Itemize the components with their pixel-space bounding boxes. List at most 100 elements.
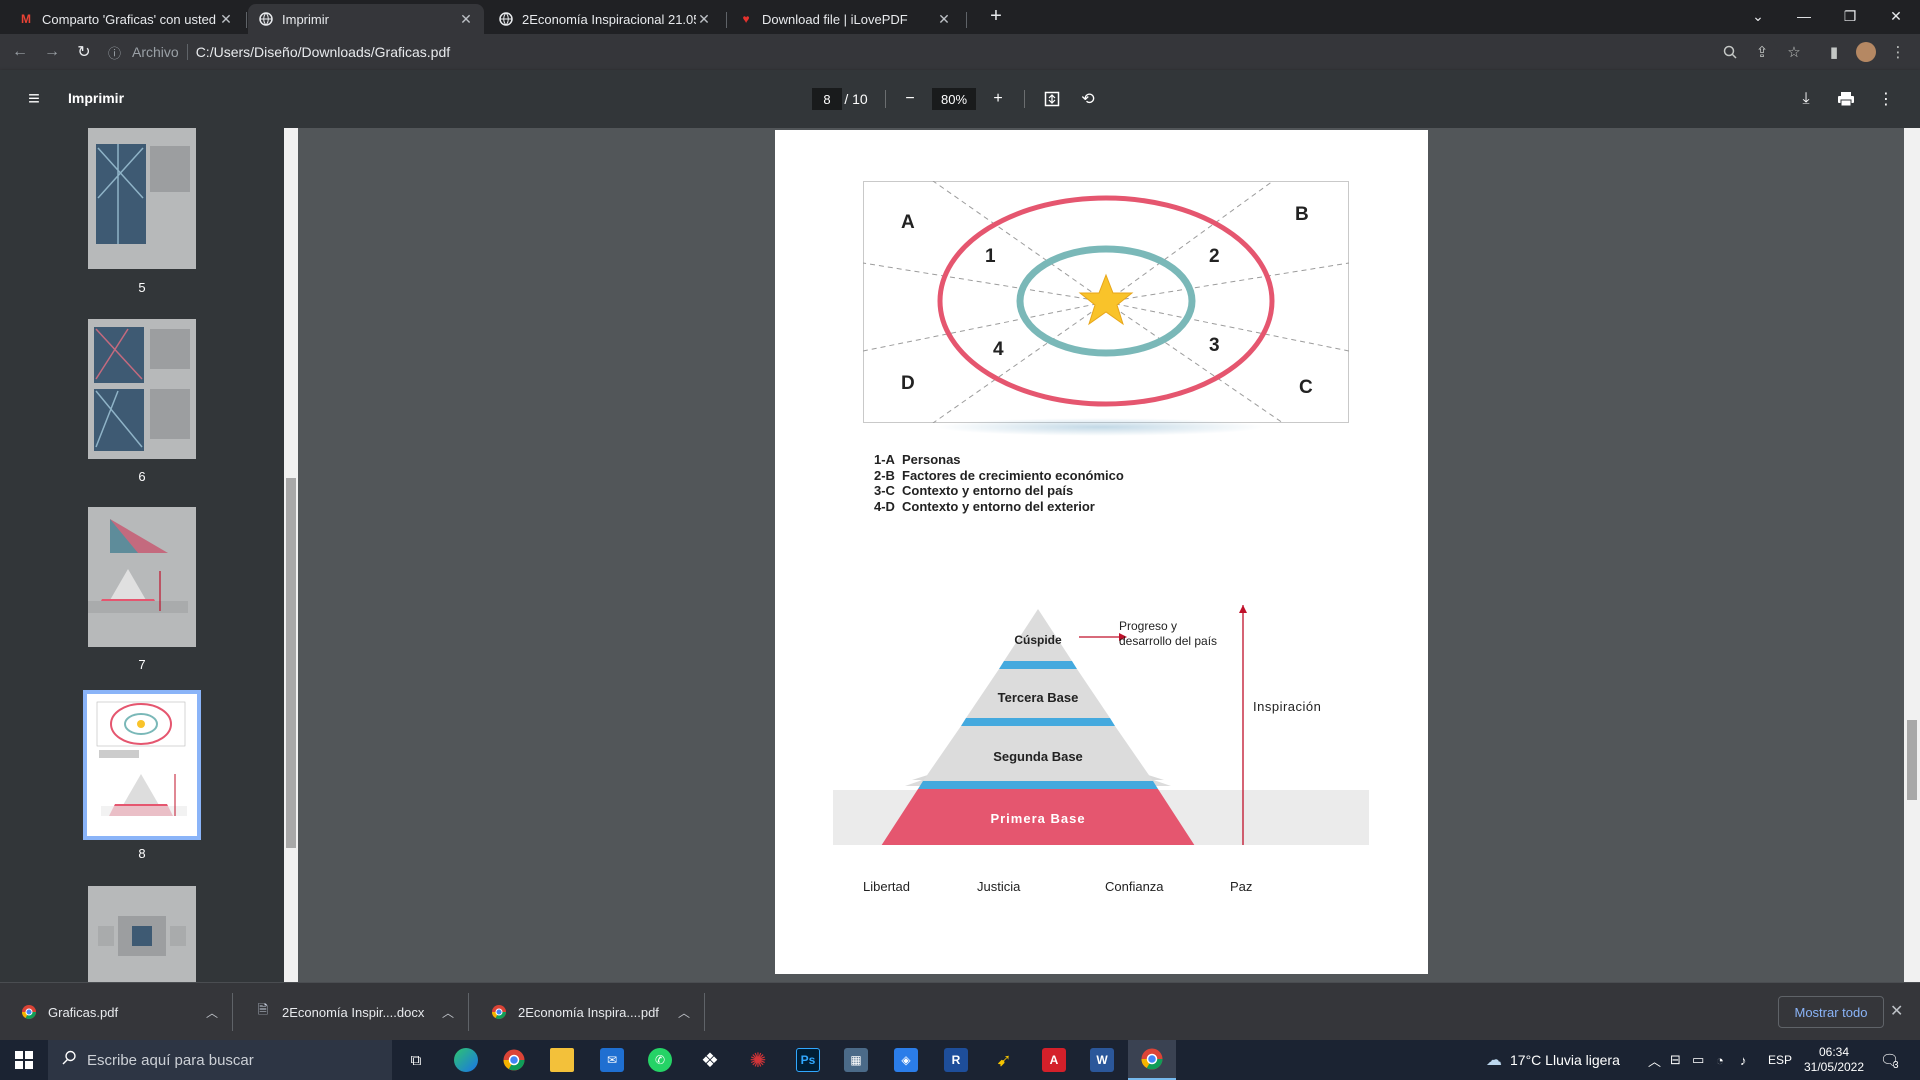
zoom-out-icon[interactable]: − xyxy=(898,87,922,111)
download-item[interactable]: 🗎 2Economía Inspir....docx ︿ xyxy=(234,992,466,1032)
hamburger-menu-icon[interactable]: ≡ xyxy=(22,87,46,111)
reload-icon[interactable]: ↻ xyxy=(72,40,96,64)
tab-imprimir[interactable]: Imprimir ✕ xyxy=(248,4,484,34)
app-blue-icon[interactable]: ◈ xyxy=(882,1040,930,1080)
thumbnail-page-5[interactable] xyxy=(88,128,196,269)
download-bar: Graficas.pdf ︿ 🗎 2Economía Inspir....doc… xyxy=(0,982,1920,1040)
ilovepdf-icon: ♥ xyxy=(742,12,750,26)
close-icon[interactable]: ✕ xyxy=(458,11,474,28)
tab-economia[interactable]: 2Economía Inspiracional 21.05.20 ✕ xyxy=(488,4,722,34)
zoom-icon[interactable] xyxy=(1718,40,1742,64)
photoshop-icon[interactable]: Ps xyxy=(784,1040,832,1080)
chrome-icon[interactable] xyxy=(490,1040,538,1080)
viewer-scrollbar[interactable] xyxy=(1904,128,1920,982)
volume-icon[interactable]: ♪ xyxy=(1740,1040,1747,1080)
pyramid-level-primera: Primera Base xyxy=(990,811,1086,826)
viewer-scrollbar-thumb[interactable] xyxy=(1907,720,1917,800)
fit-page-icon[interactable] xyxy=(1040,87,1064,111)
taskbar-search-box[interactable]: Escribe aquí para buscar xyxy=(48,1040,392,1080)
download-icon[interactable]: ⤓ xyxy=(1794,87,1818,111)
corner-label-c: C xyxy=(1299,377,1313,398)
address-bar[interactable]: ⓘ Archivo C:/Users/Diseño/Downloads/Graf… xyxy=(108,38,1778,66)
bookmark-star-icon[interactable]: ☆ xyxy=(1782,40,1806,64)
download-filename: Graficas.pdf xyxy=(48,1004,119,1020)
diagram-shadow xyxy=(935,418,1265,436)
network-icon[interactable]: ⊟ xyxy=(1670,1040,1681,1080)
legend-item: 3-C Contexto y entorno del país xyxy=(874,483,1124,499)
close-icon[interactable]: ✕ xyxy=(936,11,952,28)
print-icon[interactable] xyxy=(1834,87,1858,111)
close-icon[interactable]: ✕ xyxy=(696,11,712,28)
clock[interactable]: 06:34 31/05/2022 xyxy=(1798,1040,1870,1080)
notifications-icon[interactable]: 🗨 3 xyxy=(1880,1040,1899,1080)
page-number-input[interactable]: 8 xyxy=(812,88,842,110)
tab-ilovepdf[interactable]: ♥ Download file | iLovePDF ✕ xyxy=(728,4,962,34)
url-text[interactable]: C:/Users/Diseño/Downloads/Graficas.pdf xyxy=(196,44,450,60)
show-all-downloads-button[interactable]: Mostrar todo xyxy=(1778,996,1884,1028)
pyramid-annotation: Progreso y desarrollo del país xyxy=(1119,619,1217,649)
legend-code: 3-C xyxy=(874,483,895,498)
download-item[interactable]: 2Economía Inspira....pdf ︿ xyxy=(470,992,702,1032)
corner-label-d: D xyxy=(901,373,915,394)
app-r-icon[interactable]: R xyxy=(932,1040,980,1080)
task-view-icon[interactable]: ⧉ xyxy=(392,1040,440,1080)
pyramid-level-segunda: Segunda Base xyxy=(993,749,1083,764)
share-icon[interactable]: ⇪ xyxy=(1750,40,1774,64)
thumbnail-sidebar: 5 6 7 8 xyxy=(0,128,298,982)
avatar[interactable] xyxy=(1854,40,1878,64)
search-placeholder: Escribe aquí para buscar xyxy=(87,1051,254,1069)
file-explorer-icon[interactable] xyxy=(538,1040,586,1080)
battery-icon[interactable]: ▭ xyxy=(1692,1040,1704,1080)
new-tab-button[interactable]: + xyxy=(974,4,1018,28)
annotation-line: Progreso y xyxy=(1119,619,1178,633)
edge-icon[interactable] xyxy=(442,1040,490,1080)
language-indicator[interactable]: ESP xyxy=(1768,1040,1792,1080)
tab-gmail[interactable]: M Comparto 'Graficas' con usted - a ✕ xyxy=(8,4,244,34)
cloud-rain-icon: ☁ xyxy=(1486,1052,1502,1069)
minimize-button[interactable]: — xyxy=(1782,4,1826,28)
app-yellow-icon[interactable]: ➹ xyxy=(980,1040,1028,1080)
chrome-active-icon[interactable] xyxy=(1128,1040,1176,1080)
zoom-level-input[interactable]: 80% xyxy=(932,88,976,110)
tab-search-icon[interactable]: ⌄ xyxy=(1736,4,1780,28)
whatsapp-icon[interactable]: ✆ xyxy=(636,1040,684,1080)
thumbnail-page-9[interactable] xyxy=(88,886,196,982)
tab-divider xyxy=(726,12,727,28)
restore-button[interactable]: ❐ xyxy=(1828,4,1872,28)
zoom-in-icon[interactable]: + xyxy=(986,87,1010,111)
wifi-icon[interactable]: ◔ xyxy=(1716,1040,1724,1080)
weather-widget[interactable]: ☁ 17°C Lluvia ligera xyxy=(1486,1040,1620,1080)
legend-text: Contexto y entorno del exterior xyxy=(902,498,1095,514)
download-divider xyxy=(232,993,233,1031)
corner-label-b: B xyxy=(1295,204,1309,225)
back-arrow-icon[interactable]: ← xyxy=(8,40,32,64)
close-icon[interactable]: ✕ xyxy=(1890,1001,1903,1021)
circle-diagram xyxy=(863,181,1349,423)
chevron-up-icon[interactable]: ︿ xyxy=(206,1004,218,1021)
image-app-icon[interactable]: ▦ xyxy=(832,1040,880,1080)
forward-arrow-icon[interactable]: → xyxy=(40,40,64,64)
more-options-icon[interactable]: ⋮ xyxy=(1874,87,1898,111)
dropbox-icon[interactable]: ❖ xyxy=(686,1040,734,1080)
app-red-icon[interactable]: ✺ xyxy=(734,1040,782,1080)
close-window-button[interactable]: ✕ xyxy=(1874,4,1918,28)
sector-number-4: 4 xyxy=(993,339,1004,360)
thumbnail-page-7[interactable] xyxy=(88,507,196,647)
info-icon[interactable]: ⓘ xyxy=(108,43,128,62)
sidebar-scrollbar-thumb[interactable] xyxy=(286,478,296,848)
tray-chevron-icon[interactable]: ︿ xyxy=(1648,1040,1661,1080)
thumbnail-page-6[interactable] xyxy=(88,319,196,459)
side-panel-icon[interactable]: ▮ xyxy=(1822,40,1846,64)
thumbnail-page-8[interactable] xyxy=(83,690,201,840)
chevron-up-icon[interactable]: ︿ xyxy=(442,1004,454,1021)
close-icon[interactable]: ✕ xyxy=(218,11,234,28)
menu-kebab-icon[interactable]: ⋮ xyxy=(1886,40,1910,64)
mail-icon[interactable]: ✉ xyxy=(588,1040,636,1080)
acrobat-icon[interactable]: A xyxy=(1030,1040,1078,1080)
rotate-icon[interactable]: ⟲ xyxy=(1076,87,1100,111)
word-icon[interactable]: W xyxy=(1078,1040,1126,1080)
download-item[interactable]: Graficas.pdf ︿ xyxy=(0,992,230,1032)
chevron-up-icon[interactable]: ︿ xyxy=(678,1004,690,1021)
notification-count: 3 xyxy=(1893,1059,1899,1071)
windows-start-icon[interactable] xyxy=(0,1040,48,1080)
